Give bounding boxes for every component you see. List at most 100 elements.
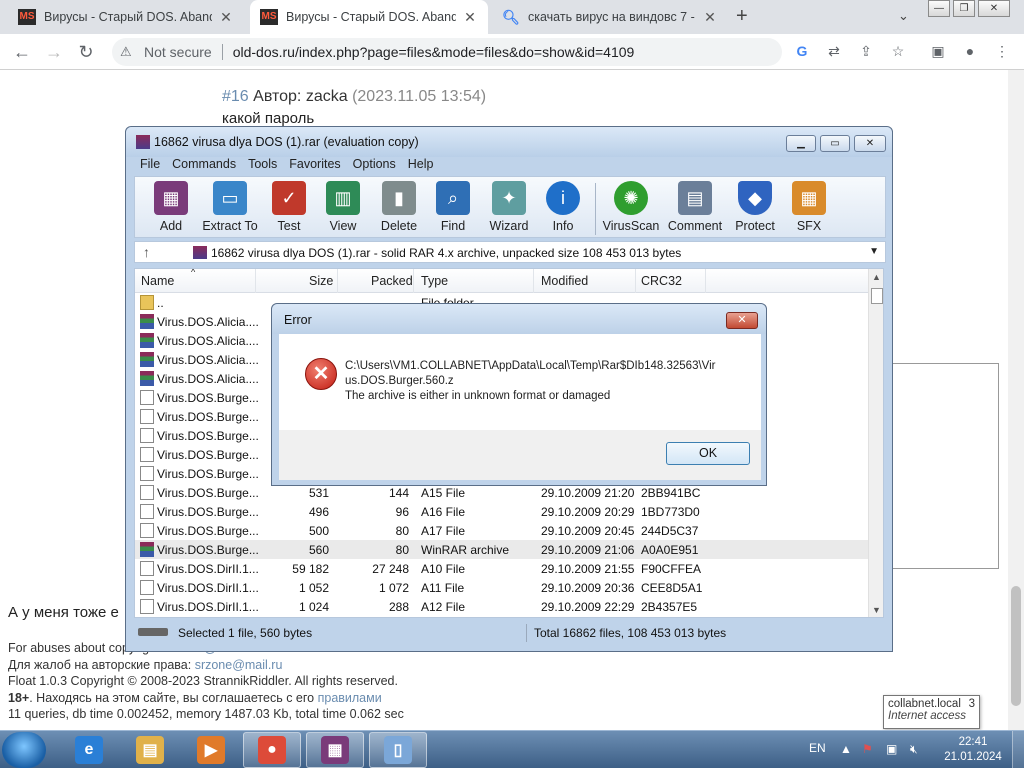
extract-to-button[interactable]: ▭ Extract To — [199, 179, 261, 233]
test-button[interactable]: ✓ Test — [259, 179, 319, 233]
close-tab-icon[interactable]: ✕ — [462, 9, 478, 26]
browser-tab-2[interactable]: MS Вирусы - Старый DOS. Abandonware ✕ — [250, 0, 488, 34]
view-button[interactable]: ▥ View — [313, 179, 373, 233]
not-secure-label[interactable]: Not secure — [144, 44, 212, 60]
column-size[interactable]: Size — [309, 274, 333, 288]
site-favicon-icon: MS — [18, 9, 36, 25]
share-icon[interactable]: ⇪ — [856, 43, 876, 60]
up-folder-icon[interactable]: ↑ — [143, 244, 150, 260]
column-type[interactable]: Type — [421, 274, 448, 288]
file-row[interactable]: Virus.DOS.DirII.1... 59 182 27 248 A10 File… — [135, 559, 868, 578]
cell-modified: 29.10.2009 20:45 — [541, 524, 635, 538]
footer-copyright: Float 1.0.3 Copyright © 2008-2023 Strann… — [8, 674, 398, 688]
taskbar-internet-explorer-button[interactable]: e — [60, 732, 118, 768]
system-clock[interactable]: 22:41 21.01.2024 — [938, 735, 1008, 765]
bookmark-star-icon[interactable]: ☆ — [888, 43, 908, 60]
protect-button[interactable]: ◆ Protect — [725, 179, 785, 233]
close-tab-icon[interactable]: ✕ — [702, 9, 718, 26]
menu-options[interactable]: Options — [353, 157, 396, 175]
forward-button[interactable]: → — [42, 40, 66, 64]
find-button[interactable]: ⌕ Find — [423, 179, 483, 233]
cell-name: Virus.DOS.Alicia.... — [157, 372, 259, 386]
column-crc32[interactable]: CRC32 — [641, 274, 682, 288]
taskbar-media-player-button[interactable]: ▶ — [182, 732, 240, 768]
taskbar-chrome-button[interactable]: ● — [243, 732, 301, 768]
google-lens-icon[interactable]: G — [792, 43, 812, 59]
rules-link[interactable]: правилами — [318, 691, 382, 705]
close-tab-icon[interactable]: ✕ — [218, 9, 234, 26]
page-scrollbar[interactable] — [1008, 70, 1024, 730]
menu-help[interactable]: Help — [408, 157, 434, 175]
side-panel-icon[interactable]: ▣ — [928, 43, 948, 60]
browser-tab-1[interactable]: MS Вирусы - Старый DOS. Abandonware ✕ — [8, 0, 244, 34]
file-list-scrollbar[interactable]: ▲ ▼ — [868, 269, 883, 617]
address-bar[interactable]: ⚠ Not secure old-dos.ru/index.php?page=f… — [112, 38, 782, 66]
scroll-down-icon[interactable]: ▼ — [872, 605, 881, 615]
cell-packed: 80 — [395, 543, 409, 557]
file-row[interactable]: Virus.DOS.Burge... 500 80 A17 File 29.10.200… — [135, 521, 868, 540]
new-tab-button[interactable]: + — [736, 5, 748, 28]
menu-tools[interactable]: Tools — [248, 157, 277, 175]
info-button[interactable]: i Info — [533, 179, 593, 233]
back-button[interactable]: ← — [10, 40, 34, 64]
profile-avatar-icon[interactable]: ● — [960, 43, 980, 59]
comment-textarea[interactable] — [882, 363, 999, 569]
wizard-button[interactable]: ✦ Wizard — [479, 179, 539, 233]
post-number-link[interactable]: #16 — [222, 88, 249, 105]
menu-favorites[interactable]: Favorites — [289, 157, 340, 175]
comment-button[interactable]: ▤ Comment — [663, 179, 727, 233]
maximize-window-button[interactable]: ❐ — [953, 0, 975, 17]
start-button[interactable] — [2, 732, 46, 768]
menu-kebab-icon[interactable]: ⋮ — [992, 43, 1012, 60]
winrar-minimize-button[interactable]: ▁ — [786, 135, 816, 152]
warning-triangle-icon[interactable]: ⚠ — [120, 44, 138, 60]
winrar-close-button[interactable]: ✕ — [854, 135, 886, 152]
cell-packed: 27 248 — [372, 562, 409, 576]
sfx-button[interactable]: ▦ SFX — [779, 179, 839, 233]
taskbar-winrar-button[interactable]: ▦ — [306, 732, 364, 768]
network-icon[interactable]: ▣ — [886, 742, 897, 756]
file-row[interactable]: Virus.DOS.DirII.1... 1 052 1 072 A11 File 29… — [135, 578, 868, 597]
scrollbar-thumb[interactable] — [871, 288, 883, 304]
scrollbar-thumb[interactable] — [1011, 586, 1021, 706]
column-modified[interactable]: Modified — [541, 274, 588, 288]
reload-button[interactable]: ↻ — [74, 40, 98, 64]
menu-file[interactable]: File — [140, 157, 160, 175]
archive-path-bar[interactable]: ↑ 16862 virusa dlya DOS (1).rar - solid … — [134, 241, 886, 263]
cell-packed: 288 — [388, 600, 409, 614]
file-row[interactable]: Virus.DOS.DirII.1... 1 024 288 A12 File 29.1… — [135, 597, 868, 616]
column-divider — [705, 269, 706, 293]
winrar-maximize-button[interactable]: ▭ — [820, 135, 850, 152]
rar-archive-icon — [193, 246, 207, 259]
virusscan-button[interactable]: ✺ VirusScan — [599, 179, 663, 233]
file-row[interactable]: Virus.DOS.Burge... 496 96 A16 File 29.10.200… — [135, 502, 868, 521]
error-dialog-title-bar[interactable]: Error ✕ — [272, 304, 766, 334]
taskbar-notepad-button[interactable]: ▯ — [369, 732, 427, 768]
url-text[interactable]: old-dos.ru/index.php?page=files&mode=fil… — [233, 44, 635, 60]
footer-rights-label: Для жалоб на авторские права: — [8, 657, 192, 672]
footer-email-link[interactable]: srzone@mail.ru — [195, 658, 283, 672]
column-name[interactable]: Name — [141, 274, 174, 288]
action-center-flag-icon[interactable]: ⚑ — [862, 742, 873, 756]
show-hidden-icons-icon[interactable]: ▲ — [840, 742, 852, 756]
path-dropdown-icon[interactable]: ▼ — [869, 246, 879, 257]
file-row[interactable]: Virus.DOS.Burge... 560 80 WinRAR archive 29.… — [135, 540, 868, 559]
winrar-title-bar[interactable]: 16862 virusa dlya DOS (1).rar (evaluatio… — [126, 127, 892, 157]
dialog-close-button[interactable]: ✕ — [726, 312, 758, 329]
ok-button[interactable]: OK — [666, 442, 750, 465]
language-indicator[interactable]: EN — [809, 741, 826, 755]
taskbar-file-explorer-button[interactable]: ▤ — [121, 732, 179, 768]
menu-commands[interactable]: Commands — [172, 157, 236, 175]
volume-muted-icon[interactable]: 🔇︎ — [910, 742, 918, 757]
close-window-button[interactable]: ✕ — [978, 0, 1010, 17]
translate-icon[interactable]: ⇄ — [824, 43, 844, 60]
browser-tab-3[interactable]: 🔍︎ скачать вирус на виндовс 7 - Search ✕ — [492, 0, 728, 34]
minimize-window-button[interactable]: — — [928, 0, 950, 17]
add-button[interactable]: ▦ Add — [141, 179, 201, 233]
scroll-up-icon[interactable]: ▲ — [872, 272, 881, 282]
show-desktop-button[interactable] — [1012, 731, 1024, 769]
network-tooltip: collabnet.local 3 Internet access — [883, 695, 980, 729]
delete-button[interactable]: ▮ Delete — [369, 179, 429, 233]
column-packed[interactable]: Packed — [371, 274, 413, 288]
tab-search-chevron-icon[interactable]: ⌄ — [898, 8, 909, 24]
